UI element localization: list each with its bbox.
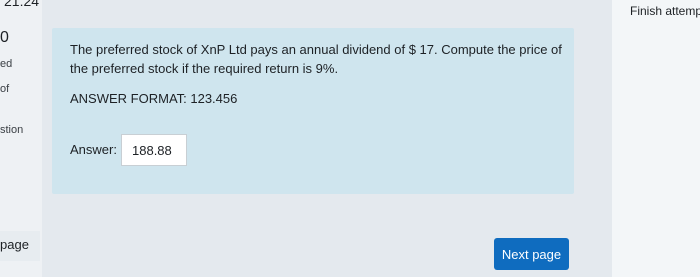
- previous-page-link[interactable]: page: [0, 237, 29, 252]
- question-text: The preferred stock of XnP Ltd pays an a…: [70, 42, 562, 76]
- timer-text: 21:24: [4, 0, 40, 9]
- answer-label: Answer:: [70, 142, 117, 157]
- answer-format-hint: ANSWER FORMAT: 123.456: [70, 91, 238, 106]
- finish-attempt-link[interactable]: Finish attemp: [630, 4, 700, 18]
- flag-question-link[interactable]: stion: [0, 124, 23, 136]
- question-status-text: ed: [0, 58, 13, 70]
- side-panel: [612, 0, 700, 277]
- next-page-button[interactable]: Next page: [494, 238, 569, 270]
- answer-input[interactable]: [121, 134, 187, 166]
- question-number: 0: [0, 29, 9, 46]
- question-marks-text: of: [0, 83, 10, 95]
